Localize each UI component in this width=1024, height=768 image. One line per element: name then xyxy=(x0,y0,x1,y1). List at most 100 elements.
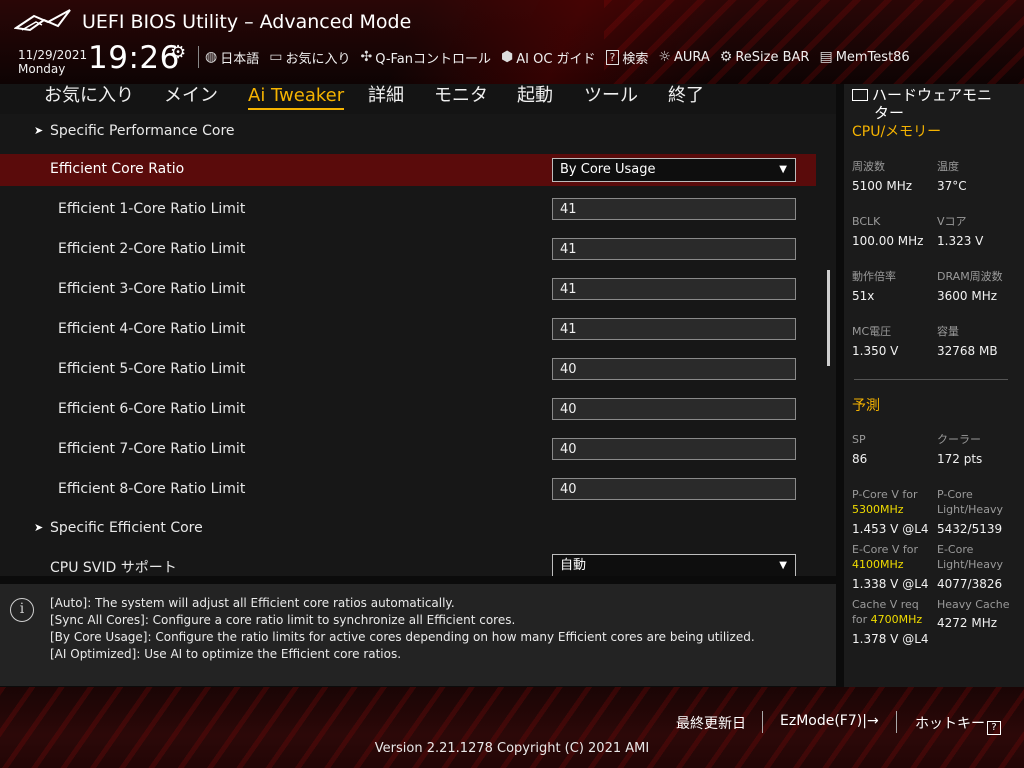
footer-divider xyxy=(896,711,897,733)
toolbar: ◍ 日本語 ▭ お気に入り ✣ Q-Fanコントロール ⬢ AI OC ガイド … xyxy=(198,46,920,68)
help-search-icon: ? xyxy=(605,49,620,65)
help-line: [AI Optimized]: Use AI to optimize the E… xyxy=(50,647,402,661)
ratio-limit-label: Efficient 7-Core Ratio Limit xyxy=(58,441,246,457)
header-bar: UEFI BIOS Utility – Advanced Mode 11/29/… xyxy=(0,0,1024,84)
ezmode-button[interactable]: EzMode(F7)|→ xyxy=(780,713,879,729)
footer-bar: 最終更新日 EzMode(F7)|→ ホットキー? Version 2.21.1… xyxy=(0,687,1024,768)
toolbar-favorites[interactable]: ▭ お気に入り xyxy=(269,48,350,67)
chevron-down-icon: ▼ xyxy=(779,560,787,571)
ratio-limit-input[interactable]: 41 xyxy=(552,318,796,340)
ratio-limit-input[interactable]: 41 xyxy=(552,198,796,220)
tab-tool[interactable]: ツール xyxy=(584,84,638,108)
toolbar-memtest-label: MemTest86 xyxy=(835,49,910,65)
main-menu-tabs: お気に入り メイン Ai Tweaker 詳細 モニタ 起動 ツール 終了 xyxy=(0,84,836,114)
ratio-limit-row[interactable]: Efficient 8-Core Ratio Limit 40 xyxy=(0,474,816,506)
settings-list: ➤ Specific Performance Core Efficient Co… xyxy=(0,114,836,576)
ratio-limit-row[interactable]: Efficient 3-Core Ratio Limit 41 xyxy=(0,274,816,306)
toolbar-search[interactable]: ? 検索 xyxy=(605,48,649,67)
efficient-core-ratio-value: By Core Usage xyxy=(560,162,656,177)
toolbar-search-label: 検索 xyxy=(622,51,649,67)
ratio-limit-row[interactable]: Efficient 7-Core Ratio Limit 40 xyxy=(0,434,816,466)
toolbar-ai-oc[interactable]: ⬢ AI OC ガイド xyxy=(501,48,596,67)
freq-label: 周波数 xyxy=(852,160,885,173)
toolbar-memtest[interactable]: ▤ MemTest86 xyxy=(819,49,909,65)
ratio-limit-label: Efficient 5-Core Ratio Limit xyxy=(58,361,246,377)
specific-performance-core-row[interactable]: ➤ Specific Performance Core xyxy=(0,116,816,148)
toolbar-divider xyxy=(198,46,199,68)
cpu-memory-section-title: CPU/メモリー xyxy=(852,124,942,140)
ratio-limit-row[interactable]: Efficient 6-Core Ratio Limit 40 xyxy=(0,394,816,426)
toolbar-qfan[interactable]: ✣ Q-Fanコントロール xyxy=(360,48,491,67)
pcore-v-label: P-Core V for 5300MHz xyxy=(852,487,917,517)
submenu-arrow-icon: ➤ xyxy=(34,521,44,534)
hotkey-help-icon: ? xyxy=(987,721,1001,735)
date-display: 11/29/2021 Monday xyxy=(18,48,87,76)
clock-settings-icon[interactable]: ⚙ xyxy=(170,42,186,63)
pcore-lh-label-line1: P-Core xyxy=(937,488,973,501)
ratio-limit-input[interactable]: 40 xyxy=(552,398,796,420)
toolbar-language[interactable]: ◍ 日本語 xyxy=(205,48,259,67)
pcore-v-freq: 5300MHz xyxy=(852,503,904,516)
cpu-svid-select[interactable]: 自動 ▼ xyxy=(552,554,796,576)
toolbar-qfan-label: Q-Fanコントロール xyxy=(375,51,491,67)
capacity-label: 容量 xyxy=(937,325,959,338)
cache-v-label-prefix: for xyxy=(852,613,871,626)
toolbar-resize-bar-label: ReSize BAR xyxy=(735,49,810,65)
ratio-limit-label: Efficient 4-Core Ratio Limit xyxy=(58,321,246,337)
ratio-limit-input[interactable]: 41 xyxy=(552,278,796,300)
cache-v-value: 1.378 V @L4 xyxy=(852,632,929,646)
pcore-v-label-text: P-Core V for xyxy=(852,488,918,501)
tab-ai-tweaker[interactable]: Ai Tweaker xyxy=(248,84,345,110)
mc-voltage-label: MC電圧 xyxy=(852,325,892,338)
toolbar-aura[interactable]: ☼ AURA xyxy=(658,49,709,65)
hotkeys-label: ホットキー xyxy=(915,716,985,732)
cpu-svid-value: 自動 xyxy=(560,558,587,573)
globe-icon: ◍ xyxy=(205,49,218,65)
hotkeys-button[interactable]: ホットキー? xyxy=(915,713,1001,735)
ratio-limit-input[interactable]: 41 xyxy=(552,238,796,260)
hardware-monitor-panel: ハードウェアモニ ター CPU/メモリー 周波数 温度 5100 MHz 37°… xyxy=(844,84,1024,687)
heavy-cache-value: 4272 MHz xyxy=(937,616,998,630)
tab-boot[interactable]: 起動 xyxy=(517,84,553,108)
temp-label: 温度 xyxy=(937,160,959,173)
tab-main[interactable]: メイン xyxy=(164,84,218,108)
hardware-monitor-title: ハードウェアモニ ター xyxy=(852,86,1022,122)
pcore-v-value: 1.453 V @L4 xyxy=(852,522,929,536)
chevron-down-icon: ▼ xyxy=(779,164,787,175)
ratio-limit-row[interactable]: Efficient 2-Core Ratio Limit 41 xyxy=(0,234,816,266)
tab-monitor[interactable]: モニタ xyxy=(434,84,488,108)
efficient-core-ratio-row[interactable]: Efficient Core Ratio By Core Usage ▼ xyxy=(0,154,816,186)
exit-arrow-icon: → xyxy=(866,713,879,729)
toolbar-ai-oc-label: AI OC ガイド xyxy=(516,51,596,67)
tab-favorites[interactable]: お気に入り xyxy=(44,84,134,108)
ratio-limit-row[interactable]: Efficient 1-Core Ratio Limit 41 xyxy=(0,194,816,226)
app-title: UEFI BIOS Utility – Advanced Mode xyxy=(82,11,412,33)
ecore-lh-value: 4077/3826 xyxy=(937,577,1003,591)
efficient-core-ratio-select[interactable]: By Core Usage ▼ xyxy=(552,158,796,182)
vcore-label: Vコア xyxy=(937,215,967,228)
temp-value: 37°C xyxy=(937,179,967,193)
ratio-limit-input[interactable]: 40 xyxy=(552,358,796,380)
specific-efficient-core-row[interactable]: ➤ Specific Efficient Core xyxy=(0,513,816,545)
tab-advanced[interactable]: 詳細 xyxy=(368,84,404,108)
ratio-limit-input[interactable]: 40 xyxy=(552,478,796,500)
version-text: Version 2.21.1278 Copyright (C) 2021 AMI xyxy=(374,741,650,756)
ratio-limit-input[interactable]: 40 xyxy=(552,438,796,460)
dram-label: DRAM周波数 xyxy=(937,270,1003,283)
freq-value: 5100 MHz xyxy=(852,179,913,193)
settings-scrollbar[interactable] xyxy=(827,270,830,366)
last-modified-button[interactable]: 最終更新日 xyxy=(676,713,746,733)
footer-divider xyxy=(762,711,763,733)
ratio-limit-row[interactable]: Efficient 4-Core Ratio Limit 41 xyxy=(0,314,816,346)
info-icon: i xyxy=(10,598,34,622)
tab-exit[interactable]: 終了 xyxy=(668,84,704,108)
cooler-value: 172 pts xyxy=(937,452,983,466)
ratio-limit-row[interactable]: Efficient 5-Core Ratio Limit 40 xyxy=(0,354,816,386)
prediction-section-title: 予測 xyxy=(852,398,880,414)
ratio-value: 51x xyxy=(852,289,875,303)
toolbar-resize-bar[interactable]: ⚙ ReSize BAR xyxy=(720,49,810,65)
capacity-value: 32768 MB xyxy=(937,344,998,358)
bclk-value: 100.00 MHz xyxy=(852,234,924,248)
cpu-svid-row[interactable]: CPU SVID サポート 自動 ▼ xyxy=(0,550,816,576)
bookmark-icon: ▭ xyxy=(269,49,283,65)
